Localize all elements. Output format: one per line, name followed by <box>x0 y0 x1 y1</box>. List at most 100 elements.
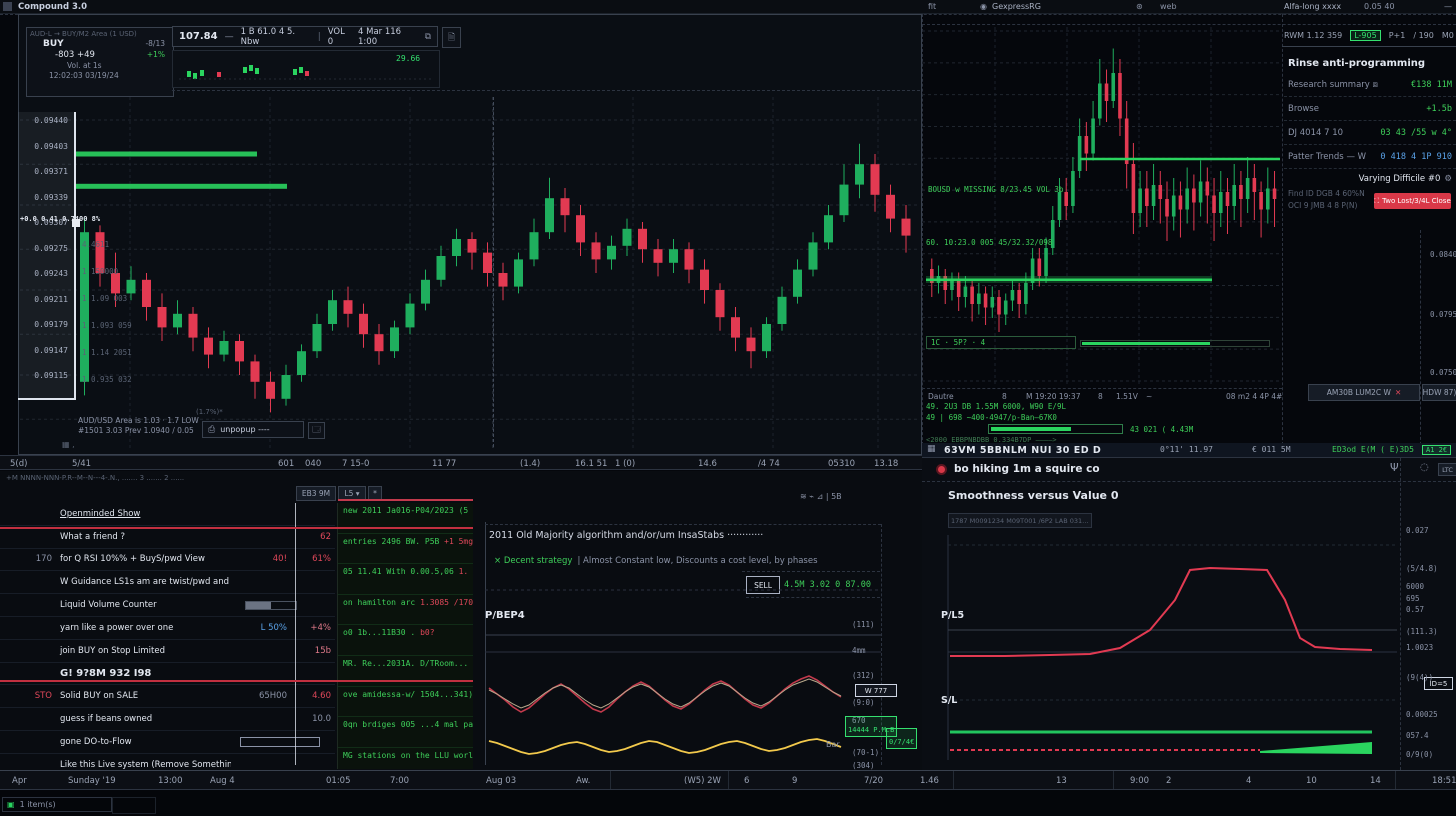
account-stat: RWM 1.12 359 <box>1284 31 1342 40</box>
footer-line-1: AUD/USD Area is 1.03 · 1.7 LOW <box>78 416 199 425</box>
order-panel-row[interactable]: Browse+1.5b <box>1284 97 1456 121</box>
axis-label: (W5) 2W <box>684 776 721 786</box>
axis-label: 7:00 <box>390 776 409 786</box>
axis-label: (9(4)) <box>1406 673 1433 682</box>
sub-row-1: 49. 2U3 DB 1.55M 6000, W90 E/9L <box>926 402 1066 411</box>
sub-progress-box[interactable]: 1C · 5P? · 4 <box>926 336 1076 349</box>
footer-line-2: #1501 3.03 Prev 1.0940 / 0.05 <box>78 426 194 435</box>
watchlist-row[interactable]: gone DO-to-Flow <box>0 731 335 754</box>
axis-label: 08 m2 4 4P 4# <box>1226 392 1282 401</box>
chart-inner-label: 1 1.09 003 <box>82 294 127 303</box>
axis-label: 601 <box>278 459 294 469</box>
web-label[interactable]: web <box>1160 2 1177 11</box>
sub-time-axis: Dautre8M 19:20 19:3781.51V~08 m2 4 4P 4# <box>922 388 1282 402</box>
grid-icon[interactable]: ▦ <box>927 444 936 454</box>
corner-glyph: ▦ , <box>62 440 75 449</box>
symbol-pair: AUD-L → BUY/M2 Area (1 USD) <box>27 28 173 38</box>
unpopup-button[interactable]: ⎙ unpopup ---- <box>202 421 304 438</box>
row-slider[interactable] <box>245 601 297 610</box>
cancel-orders-button[interactable]: AM30B LUM2C W ✕ <box>1308 384 1420 401</box>
pl-line-chart[interactable] <box>945 530 1400 765</box>
axis-label: 2 <box>1166 776 1171 786</box>
fit-button[interactable]: fit <box>928 2 936 11</box>
watchlist-row[interactable]: 170for Q RSI 10%% + BuyS/pwd View40!61% <box>0 549 335 572</box>
app-icon[interactable] <box>3 2 12 11</box>
pl-tab[interactable]: 1787 M0091234 M09T001 /6P2 LAB 031 M018 <box>948 513 1092 528</box>
watchlist-row[interactable]: W Guidance LS1s am are twist/pwd and Sys… <box>0 571 335 594</box>
axis-label: Dautre <box>928 392 954 401</box>
watch-row-value-1: L 50% <box>231 623 293 633</box>
overlay-bottom-line <box>18 398 76 400</box>
watch-row-label: Solid BUY on SALE <box>56 691 231 701</box>
axis-label: 040 <box>305 459 321 469</box>
hedge-button[interactable]: HDW 87) <box>1422 384 1456 401</box>
watchlist-chip-a[interactable]: EB3 9M <box>296 486 336 501</box>
chart-inner-label: 1 1.14 2051 <box>82 348 132 357</box>
main-candlestick-chart[interactable] <box>18 95 921 453</box>
button-label: HDW 87) <box>1423 388 1456 397</box>
globe-icon[interactable]: ⊛ <box>1136 2 1143 11</box>
document-button[interactable]: 🗎 <box>442 27 461 48</box>
mic-icon[interactable]: Ψ <box>1390 461 1399 474</box>
ltc-badge[interactable]: LTC <box>1438 463 1456 476</box>
main-time-axis[interactable]: 5(d)5/416010407 15-011 77(1.4)16.1 511 (… <box>0 455 922 470</box>
toolbar-quote[interactable]: 1 B 61.0 4 5. Nbw <box>241 27 311 47</box>
watchlist-row[interactable]: join BUY on Stop Limited15b <box>0 640 335 663</box>
alert-line-upper <box>0 527 473 529</box>
log-text: entries 2496 BW. P5B <box>343 537 439 546</box>
varying-value[interactable]: Varying Difficile #0 <box>1359 174 1441 184</box>
watch-row-label: Openminded Show <box>56 509 231 519</box>
close-label: Two Lost/3/4L Close <box>1382 197 1451 205</box>
axis-label: 5/41 <box>72 459 91 469</box>
axis-label: 05310 <box>828 459 855 469</box>
subheader-value: € 011 5M <box>1252 445 1291 454</box>
watchlist-row[interactable]: yarn like a power over oneL 50%+4% <box>0 617 335 640</box>
watch-row-label: W Guidance LS1s am are twist/pwd and Sys… <box>56 577 231 587</box>
price-scale-overlay[interactable]: 0.094400.094030.093710.093390.093070.092… <box>18 112 76 400</box>
log-line: o0 1b...11B30 . b0? <box>338 625 473 656</box>
scale-drag-handle[interactable] <box>72 219 80 227</box>
watchlist-row[interactable]: What a friend ?62 <box>0 526 335 549</box>
axis-label: Aw. <box>576 776 590 786</box>
spark-label: 29.66 <box>396 54 420 63</box>
close-position-button[interactable]: ⛶ Two Lost/3/4L Close <box>1374 193 1451 209</box>
order-panel-row[interactable]: Research summary ⧈€138 11M <box>1284 73 1456 97</box>
axis-label: (9:0) <box>852 698 875 707</box>
bottom-time-axis[interactable]: AprSunday '1913:00Aug 401:057:00Aug 03Aw… <box>0 770 1456 790</box>
ltc-label: LTC <box>1442 466 1453 474</box>
status-chip[interactable]: ▣ 1 item(s) <box>2 797 112 812</box>
axis-label: (111.3) <box>1406 627 1438 636</box>
osc-toolbar-icons[interactable]: ≋ ⌁ ⊿ | 5B <box>800 492 842 501</box>
footer-note: (1.7%)* <box>196 408 223 416</box>
axis-label: /4 74 <box>758 459 780 469</box>
gear-icon[interactable]: ⚙ <box>1444 174 1452 184</box>
watchlist-row[interactable]: Openminded Show <box>0 503 335 526</box>
oscillator-chart[interactable] <box>485 560 882 765</box>
axis-label: 695 <box>1406 594 1420 603</box>
balance-label: 0.05 40 <box>1364 2 1395 11</box>
popout-button[interactable]: 🗔 <box>308 422 325 439</box>
copy-icon[interactable]: ⧉ <box>425 32 431 42</box>
sub-overlay-1: BOUSD w MISSING 8/23.45 VOL 3b <box>928 185 1063 194</box>
toolbar-volume[interactable]: VOL 0 <box>328 27 351 47</box>
watchlist-row[interactable]: Liquid Volume Counter <box>0 594 335 617</box>
order-panel-row[interactable]: Patter Trends — W0 418 4 1P 910 <box>1284 145 1456 169</box>
watchlist-row[interactable]: guess if beans owned10.0 <box>0 708 335 731</box>
row-progress[interactable] <box>240 737 320 747</box>
pl-title: Smoothness versus Value 0 <box>948 489 1119 502</box>
log-text: MG stations on the LLU world b. 0010 <box>343 751 473 760</box>
osc-right-chip-label: 0/7/4€ <box>889 738 914 746</box>
axis-label: 9:00 <box>1130 776 1149 786</box>
order-panel-row[interactable]: DJ 4014 7 1003 43 /55 w 4° <box>1284 121 1456 145</box>
watchlist-row[interactable]: STOSolid BUY on SALE65H004.60 <box>0 685 335 708</box>
axis-label: Apr <box>12 776 27 786</box>
minimize-button[interactable]: — <box>1444 2 1452 11</box>
price-scale-highlight: +0.0 0.41 0.7400 8% <box>20 215 100 223</box>
connection-label[interactable]: GexpressRG <box>992 2 1041 11</box>
window-title: Compound 3.0 <box>18 2 87 12</box>
ghost-circle-icon[interactable]: ◌ <box>1420 462 1429 473</box>
log-console[interactable]: new 2011 Ja016-P04/2023 (5 U30) 50-5A0?e… <box>337 503 473 769</box>
sub-gauge-label: 43 021 ( 4.43M <box>1130 425 1193 434</box>
pl-red-line <box>950 568 1372 656</box>
toolbar-mode[interactable]: 4 Mar 116 1:00 <box>358 27 418 47</box>
